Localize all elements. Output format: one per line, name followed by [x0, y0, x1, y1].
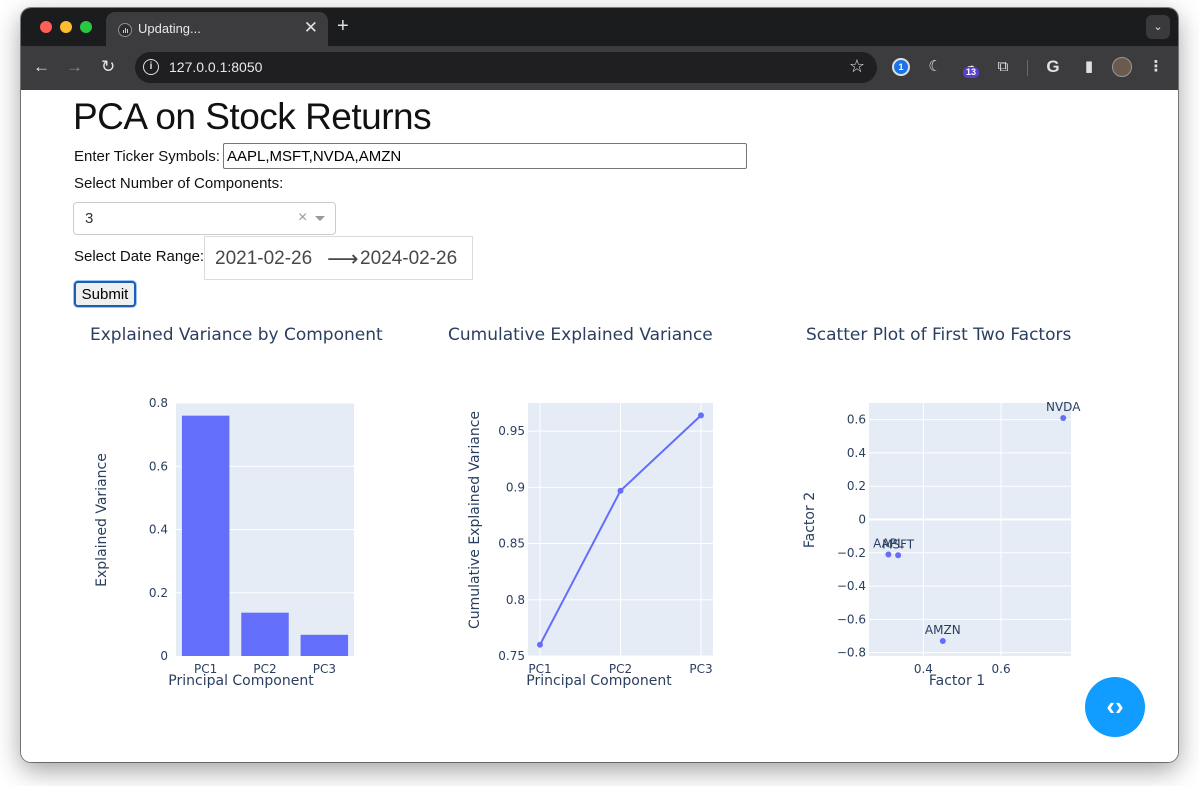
- dark-mode-icon[interactable]: ☾: [926, 57, 944, 77]
- ticker-input[interactable]: [223, 143, 747, 169]
- y-tick-label: 0.8: [149, 396, 168, 410]
- explained-variance-chart: Explained Variance by Component 0 0.2 0.4 0…: [66, 320, 406, 700]
- side-panel-icon[interactable]: ▮: [1079, 57, 1099, 77]
- chart-title: Explained Variance by Component: [90, 325, 383, 345]
- y-tick-label: −0.4: [837, 579, 866, 593]
- close-tab-icon[interactable]: ✕: [304, 18, 318, 38]
- x-tick-label: PC3: [313, 662, 336, 676]
- profile-avatar[interactable]: [1112, 57, 1132, 77]
- cumulative-variance-chart: Cumulative Explained Variance 0.75 0.8 0.8…: [425, 320, 765, 700]
- y-tick-label: 0.85: [498, 537, 525, 551]
- close-window-button[interactable]: [40, 21, 52, 33]
- components-label: Select Number of Components:: [74, 175, 284, 192]
- address-bar[interactable]: i 127.0.0.1:8050 ☆: [135, 52, 877, 83]
- date-range-label: Select Date Range:: [74, 248, 205, 265]
- menu-kebab-icon[interactable]: ⋮: [1146, 57, 1166, 77]
- components-value: 3: [85, 210, 94, 227]
- x-axis-label: Principal Component: [168, 673, 314, 689]
- chevron-down-icon[interactable]: [315, 216, 325, 221]
- point-pc2: [617, 487, 624, 494]
- code-toggle-button[interactable]: ‹›: [1085, 677, 1145, 737]
- y-tick-label: 0.6: [847, 413, 866, 427]
- y-tick-label: −0.2: [837, 546, 866, 560]
- browser-window: Updating... ✕ + ⌄ ← → ↻ i 127.0.0.1:8050…: [21, 8, 1178, 762]
- y-tick-label: 0.4: [847, 446, 866, 460]
- y-tick-label: 0.8: [506, 593, 525, 607]
- bar-chart-svg: Explained Variance by Component 0 0.2 0.4 0…: [90, 325, 383, 689]
- x-axis-label: Factor 1: [929, 673, 985, 689]
- clear-icon[interactable]: ×: [298, 209, 307, 227]
- new-tab-button[interactable]: +: [337, 14, 349, 38]
- tab-title: Updating...: [138, 21, 201, 36]
- point-nvda: [1060, 414, 1067, 421]
- y-tick-label: 0.9: [506, 480, 525, 494]
- date-range-picker: 2021-02-26 ⟶ 2024-02-26: [204, 236, 473, 280]
- extension-badge: 13: [963, 67, 980, 78]
- submit-button[interactable]: Submit: [74, 281, 136, 307]
- point-pc1: [537, 641, 543, 648]
- google-icon[interactable]: G: [1043, 57, 1063, 77]
- x-tick-label: PC3: [689, 662, 712, 676]
- scatter-chart-svg: Scatter Plot of First Two Factors AAPLMS…: [802, 325, 1081, 689]
- page-content: PCA on Stock Returns Enter Ticker Symbol…: [21, 90, 1178, 762]
- x-tick-label: 0.6: [992, 662, 1011, 676]
- y-axis-label: Cumulative Explained Variance: [467, 411, 483, 629]
- y-tick-label: 0.6: [149, 459, 168, 473]
- point-aapl: [885, 551, 892, 558]
- tab-strip: Updating... ✕ + ⌄: [21, 8, 1178, 46]
- point-pc3: [698, 412, 704, 419]
- y-tick-label: 0.95: [498, 424, 525, 438]
- plot-background: [869, 403, 1071, 656]
- bar-pc1: [181, 415, 230, 656]
- line-chart-svg: Cumulative Explained Variance 0.75 0.8 0.8…: [448, 325, 713, 689]
- page-title: PCA on Stock Returns: [73, 96, 432, 137]
- point-label: MSFT: [882, 537, 915, 551]
- browser-toolbar: ← → ↻ i 127.0.0.1:8050 ☆ 1 ☾ ☁13 ⧉ G ▮ ⋮: [21, 46, 1178, 90]
- point-msft: [895, 552, 902, 559]
- back-arrow-icon[interactable]: ←: [33, 56, 50, 78]
- y-tick-label: 0.4: [149, 523, 168, 537]
- site-info-icon[interactable]: i: [143, 59, 159, 75]
- toolbar-divider: [1027, 60, 1028, 76]
- bar-pc2: [241, 612, 289, 656]
- arrow-right-icon: ⟶: [327, 246, 359, 271]
- tab-search-chevron-icon[interactable]: ⌄: [1146, 15, 1170, 39]
- y-tick-label: −0.6: [837, 612, 866, 626]
- y-tick-label: 0: [858, 513, 866, 527]
- ticker-label: Enter Ticker Symbols:: [74, 148, 220, 165]
- browser-tab[interactable]: Updating... ✕: [106, 12, 328, 46]
- factor-scatter-chart: Scatter Plot of First Two Factors AAPL MS…: [783, 320, 1123, 700]
- x-axis-label: Principal Component: [526, 673, 672, 689]
- point-amzn: [939, 638, 946, 645]
- minimize-window-button[interactable]: [60, 21, 72, 33]
- point-label: NVDA: [1046, 400, 1081, 414]
- y-tick-label: −0.8: [837, 646, 866, 660]
- extension-icon[interactable]: ☁13: [959, 57, 981, 78]
- components-dropdown[interactable]: 3 ×: [73, 202, 336, 235]
- extensions-puzzle-icon[interactable]: ⧉: [993, 57, 1013, 77]
- y-tick-label: 0.2: [149, 586, 168, 600]
- y-tick-label: 0.2: [847, 479, 866, 493]
- maximize-window-button[interactable]: [80, 21, 92, 33]
- start-date-input[interactable]: 2021-02-26: [215, 248, 312, 270]
- y-axis-label: Explained Variance: [94, 453, 110, 587]
- point-label: AMZN: [925, 623, 961, 637]
- forward-arrow-icon[interactable]: →: [66, 56, 83, 78]
- y-tick-label: 0.75: [498, 649, 525, 663]
- url-text[interactable]: 127.0.0.1:8050: [169, 59, 262, 75]
- bar-pc3: [300, 634, 349, 656]
- reload-icon[interactable]: ↻: [101, 56, 115, 78]
- y-tick-label: 0: [160, 649, 168, 663]
- chart-title: Cumulative Explained Variance: [448, 325, 713, 345]
- end-date-input[interactable]: 2024-02-26: [360, 248, 457, 270]
- bookmark-star-icon[interactable]: ☆: [849, 56, 865, 77]
- chart-title: Scatter Plot of First Two Factors: [806, 325, 1071, 345]
- password-manager-icon[interactable]: 1: [892, 58, 910, 76]
- y-axis-label: Factor 2: [802, 492, 818, 548]
- chart-favicon-icon: [118, 23, 132, 37]
